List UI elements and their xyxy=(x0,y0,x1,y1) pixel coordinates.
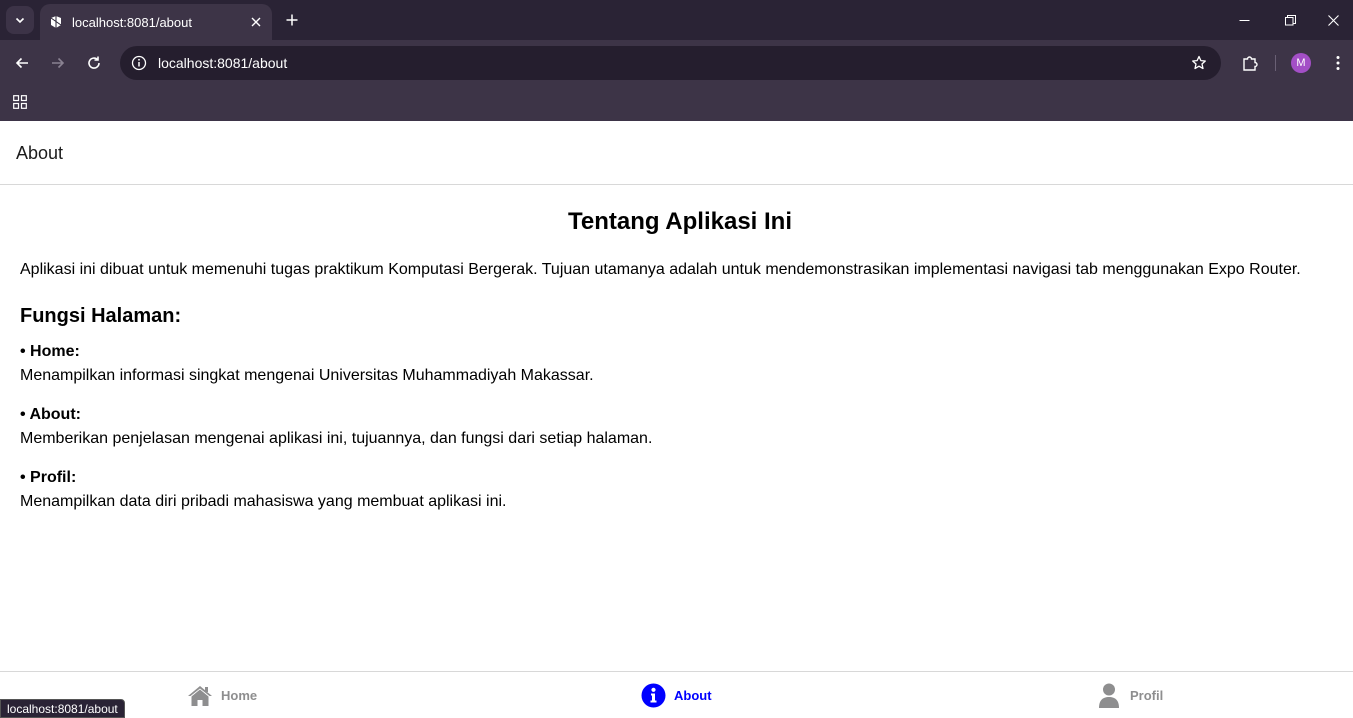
tab-close-button[interactable] xyxy=(246,12,266,32)
reload-icon xyxy=(88,56,100,69)
browser-tab-active[interactable]: localhost:8081/about xyxy=(40,4,272,40)
page-title: Tentang Aplikasi Ini xyxy=(567,208,793,235)
tab-search-button[interactable] xyxy=(6,6,34,34)
restore-icon xyxy=(1284,14,1296,25)
apps-grid-button[interactable] xyxy=(10,92,30,112)
forward-button[interactable] xyxy=(44,49,72,77)
tab-title: localhost:8081/about xyxy=(72,14,192,30)
tab-label: About xyxy=(674,688,712,703)
window-close-button[interactable] xyxy=(1313,6,1353,34)
plus-icon xyxy=(286,14,298,26)
apps-grid-icon xyxy=(13,95,27,109)
site-info-icon[interactable] xyxy=(129,53,149,73)
function-name: • About: xyxy=(20,406,81,423)
status-url-bubble: localhost:8081/about xyxy=(0,699,125,718)
function-desc: Memberikan penjelasan mengenai aplikasi … xyxy=(20,430,653,447)
browser-menu-button[interactable] xyxy=(1326,49,1350,77)
new-tab-button[interactable] xyxy=(280,8,304,32)
info-icon xyxy=(640,683,666,709)
expo-favicon-icon xyxy=(48,14,64,30)
arrow-right-icon xyxy=(52,57,65,69)
tab-label: Home xyxy=(221,688,258,703)
extensions-button[interactable] xyxy=(1236,49,1264,77)
close-icon xyxy=(1327,14,1339,26)
back-button[interactable] xyxy=(8,49,36,77)
arrow-left-icon xyxy=(15,57,28,69)
intro-paragraph: Aplikasi ini dibuat untuk memenuhi tugas… xyxy=(20,261,1301,278)
app-header: About xyxy=(0,121,1353,185)
toolbar-divider xyxy=(1275,55,1276,71)
restore-button[interactable] xyxy=(1270,6,1310,34)
function-name: • Home: xyxy=(20,343,80,360)
puzzle-icon xyxy=(1243,56,1258,71)
home-icon xyxy=(187,683,213,709)
profile-avatar[interactable]: M xyxy=(1291,53,1311,73)
header-title: About xyxy=(16,143,64,163)
address-bar[interactable]: localhost:8081/about xyxy=(120,46,1221,80)
chevron-down-icon xyxy=(15,17,25,24)
section-title: Fungsi Halaman: xyxy=(20,305,182,327)
function-item-about: • About: Memberikan penjelasan mengenai … xyxy=(20,405,1340,449)
tab-about[interactable]: About xyxy=(640,672,712,718)
close-icon xyxy=(251,17,261,27)
bottom-tab-bar: Home About Profil xyxy=(0,671,1353,718)
function-item-profil: • Profil: Menampilkan data diri pribadi … xyxy=(20,468,1340,512)
function-item-home: • Home: Menampilkan informasi singkat me… xyxy=(20,342,1340,386)
browser-tab-strip: localhost:8081/about xyxy=(0,0,1353,40)
minimize-icon xyxy=(1239,19,1249,21)
function-desc: Menampilkan data diri pribadi mahasiswa … xyxy=(20,493,507,510)
bookmarks-bar xyxy=(0,86,1353,121)
tab-home[interactable]: Home xyxy=(187,672,257,718)
user-icon xyxy=(1096,683,1122,709)
bookmark-star-icon[interactable] xyxy=(1187,51,1211,75)
browser-toolbar: localhost:8081/about M xyxy=(0,40,1353,86)
minimize-button[interactable] xyxy=(1224,6,1264,34)
kebab-menu-icon xyxy=(1336,56,1340,70)
function-name: • Profil: xyxy=(20,469,77,486)
tab-profil[interactable]: Profil xyxy=(1096,672,1163,718)
reload-button[interactable] xyxy=(80,49,108,77)
function-desc: Menampilkan informasi singkat mengenai U… xyxy=(20,367,594,384)
tab-label: Profil xyxy=(1130,688,1164,703)
address-url[interactable]: localhost:8081/about xyxy=(158,55,1187,71)
